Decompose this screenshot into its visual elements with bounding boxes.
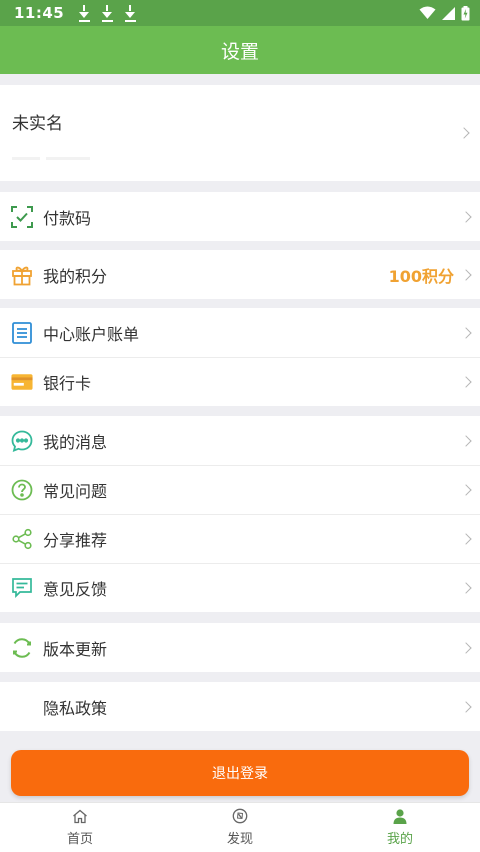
nav-bar: 设置 <box>0 26 480 74</box>
tab-home[interactable]: 首页 <box>0 803 160 852</box>
scan-check-icon <box>11 205 33 228</box>
menu-item-feedback[interactable]: 意见反馈 <box>0 563 480 612</box>
menu-item-label: 常见问题 <box>43 482 108 501</box>
compass-icon <box>232 808 248 824</box>
download-icon <box>124 4 136 22</box>
points-value: 100积分 <box>388 266 454 286</box>
menu-item-faq[interactable]: 常见问题 <box>0 465 480 514</box>
group-points: 我的积分 100积分 <box>0 250 480 299</box>
menu-item-label: 银行卡 <box>43 374 92 393</box>
chevron-right-icon <box>460 434 472 447</box>
menu-item-share[interactable]: 分享推荐 <box>0 514 480 563</box>
user-icon <box>393 808 407 824</box>
chevron-right-icon <box>460 268 472 281</box>
profile-name: 未实名 <box>12 114 63 134</box>
menu-item-label: 我的积分 <box>43 266 108 286</box>
profile-subtext-placeholder <box>12 145 108 160</box>
chevron-right-icon <box>460 376 472 388</box>
group-services: 我的消息 常见问题 分享推荐 意见反馈 <box>0 416 480 612</box>
menu-item-label: 付款码 <box>43 208 92 228</box>
chat-bubble-icon <box>11 430 33 452</box>
menu-item-account-bill[interactable]: 中心账户账单 <box>0 308 480 357</box>
menu-item-update[interactable]: 版本更新 <box>0 623 480 672</box>
download-icon <box>78 4 90 22</box>
menu-item-points[interactable]: 我的积分 100积分 <box>0 250 480 299</box>
menu-item-messages[interactable]: 我的消息 <box>0 416 480 465</box>
wifi-icon <box>419 6 436 19</box>
group-account: 中心账户账单 银行卡 <box>0 308 480 406</box>
gift-icon <box>11 264 33 286</box>
menu-item-label: 分享推荐 <box>43 531 108 550</box>
status-bar: 11:45 <box>0 0 480 26</box>
logout-button[interactable]: 退出登录 <box>11 750 469 796</box>
menu-item-privacy[interactable]: 隐私政策 <box>0 682 480 731</box>
menu-item-bank-card[interactable]: 银行卡 <box>0 357 480 406</box>
share-icon <box>11 528 33 550</box>
menu-item-label: 意见反馈 <box>43 580 108 599</box>
download-icon <box>101 4 113 22</box>
menu-item-label: 我的消息 <box>43 432 108 452</box>
chevron-right-icon <box>460 700 472 713</box>
tab-label: 首页 <box>66 831 93 847</box>
chevron-right-icon <box>460 326 472 339</box>
page-title: 设置 <box>220 40 259 63</box>
tab-mine[interactable]: 我的 <box>320 803 480 852</box>
document-icon <box>11 321 33 344</box>
battery-icon <box>461 5 470 20</box>
bank-card-icon <box>11 371 33 393</box>
chevron-right-icon <box>460 582 472 594</box>
chevron-right-icon <box>460 210 472 223</box>
group-update: 版本更新 <box>0 623 480 672</box>
chevron-right-icon <box>460 641 472 654</box>
tab-label: 发现 <box>226 832 253 847</box>
menu-item-label: 版本更新 <box>43 639 108 659</box>
group-privacy: 隐私政策 <box>0 682 480 731</box>
tab-label: 我的 <box>386 831 413 847</box>
menu-item-label: 中心账户账单 <box>43 324 140 344</box>
signal-icon <box>442 6 455 20</box>
tab-discover[interactable]: 发现 <box>160 803 320 852</box>
chevron-right-icon <box>460 484 472 496</box>
bottom-tab-bar: 首页 发现 我的 <box>0 802 480 852</box>
group-pay: 付款码 <box>0 192 480 241</box>
chevron-right-icon <box>460 533 472 545</box>
home-icon <box>73 809 87 823</box>
menu-item-label: 隐私政策 <box>43 698 108 718</box>
status-time: 11:45 <box>14 4 65 22</box>
refresh-icon <box>11 637 33 659</box>
profile-card[interactable]: 未实名 <box>0 85 480 181</box>
feedback-icon <box>11 577 33 599</box>
blank-icon <box>11 696 33 718</box>
question-icon <box>11 479 33 501</box>
menu-item-pay-code[interactable]: 付款码 <box>0 192 480 241</box>
chevron-right-icon <box>458 127 470 139</box>
